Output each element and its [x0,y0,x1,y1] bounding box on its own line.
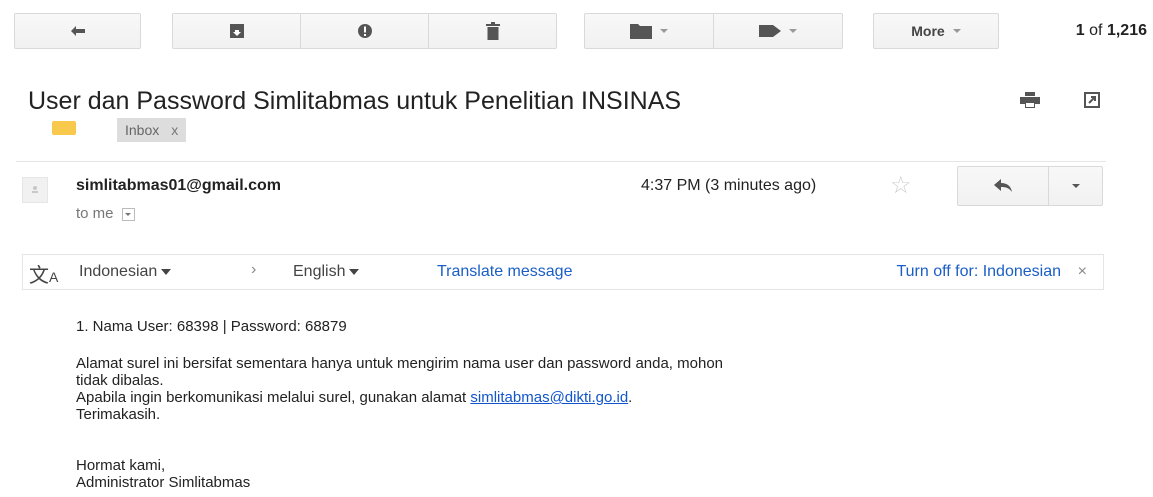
new-window-button[interactable] [1084,92,1100,113]
message-time: 4:37 PM (3 minutes ago) [641,177,817,194]
back-button[interactable] [14,13,141,49]
inbox-chip-label: Inbox [125,122,160,138]
archive-icon [229,24,244,38]
remove-label-icon[interactable]: x [171,122,178,138]
to-me-label: to me [76,205,114,222]
translate-message-link[interactable]: Translate message [437,263,572,281]
chevron-down-icon [789,29,797,33]
count-of: of [1089,22,1103,39]
move-to-button[interactable] [584,13,714,49]
chevron-down-icon [660,29,668,33]
turn-off-translation-link[interactable]: Turn off for: Indonesian [896,263,1061,281]
chevron-down-icon [952,29,961,33]
inbox-label-chip[interactable]: Inbox x [117,118,187,142]
delete-button[interactable] [428,13,557,49]
header-divider [16,161,1106,162]
more-button[interactable]: More [873,13,999,49]
archive-button[interactable] [172,13,301,49]
source-language-select[interactable]: Indonesian [79,263,172,281]
body-paragraph-1b: tidak dibalas. [76,372,164,389]
signature-greeting: Hormat kami, [76,457,166,474]
action-group [172,13,557,49]
chevron-down-icon [161,268,172,275]
organize-group [584,13,843,49]
more-group: More [873,13,999,49]
body-paragraph-1: Alamat surel ini bersifat sementara hany… [76,355,723,423]
source-language-label: Indonesian [79,263,158,280]
contact-email-link[interactable]: simlitabmas@dikti.go.id [470,389,628,406]
folder-icon [630,24,652,39]
body-paragraph-2-suffix: . [628,389,633,406]
avatar [22,177,48,203]
report-spam-button[interactable] [300,13,429,49]
chevron-down-icon [1071,184,1080,188]
importance-label-icon[interactable] [52,121,76,135]
message-counter: 1 of 1,216 [1076,22,1147,40]
credentials-line: 1. Nama User: 68398 | Password: 68879 [76,318,347,335]
signature: Hormat kami, Administrator Simlitabmas [76,457,250,491]
report-spam-icon [357,24,372,38]
sender-email[interactable]: simlitabmas01@gmail.com [76,177,281,195]
chevron-down-icon [349,268,360,275]
body-paragraph-2-prefix: Apabila ingin berkomunikasi melalui sure… [76,389,471,406]
trash-icon [485,22,500,40]
translate-bar: 文A Indonesian › English Translate messag… [22,254,1104,290]
target-language-select[interactable]: English [293,263,360,281]
count-current: 1 [1075,22,1085,39]
print-button[interactable] [1020,92,1040,113]
thanks-line: Terimakasih. [76,406,161,423]
more-actions-button[interactable] [1048,166,1103,206]
body-paragraph-1a: Alamat surel ini bersifat sementara hany… [76,355,724,372]
chevron-right-icon: › [251,261,257,278]
email-subject: User dan Password Simlitabmas untuk Pene… [28,87,682,115]
back-arrow-icon [70,26,85,36]
translate-icon: 文A [29,265,59,287]
new-window-icon [1084,92,1100,108]
close-icon[interactable]: × [1078,263,1087,281]
print-icon [1020,92,1040,108]
label-tag-icon [759,25,781,37]
show-details-dropdown[interactable] [121,207,135,221]
recipient-line: to me [76,205,135,222]
signature-name: Administrator Simlitabmas [76,474,251,491]
reply-group [957,166,1103,206]
target-language-label: English [293,263,346,280]
person-icon [32,186,38,193]
back-group [14,13,141,49]
star-icon[interactable]: ☆ [890,171,912,200]
more-label: More [911,23,945,39]
labels-button[interactable] [713,13,843,49]
count-total: 1,216 [1106,22,1147,39]
reply-button[interactable] [957,166,1049,206]
reply-arrow-icon [994,179,1012,192]
